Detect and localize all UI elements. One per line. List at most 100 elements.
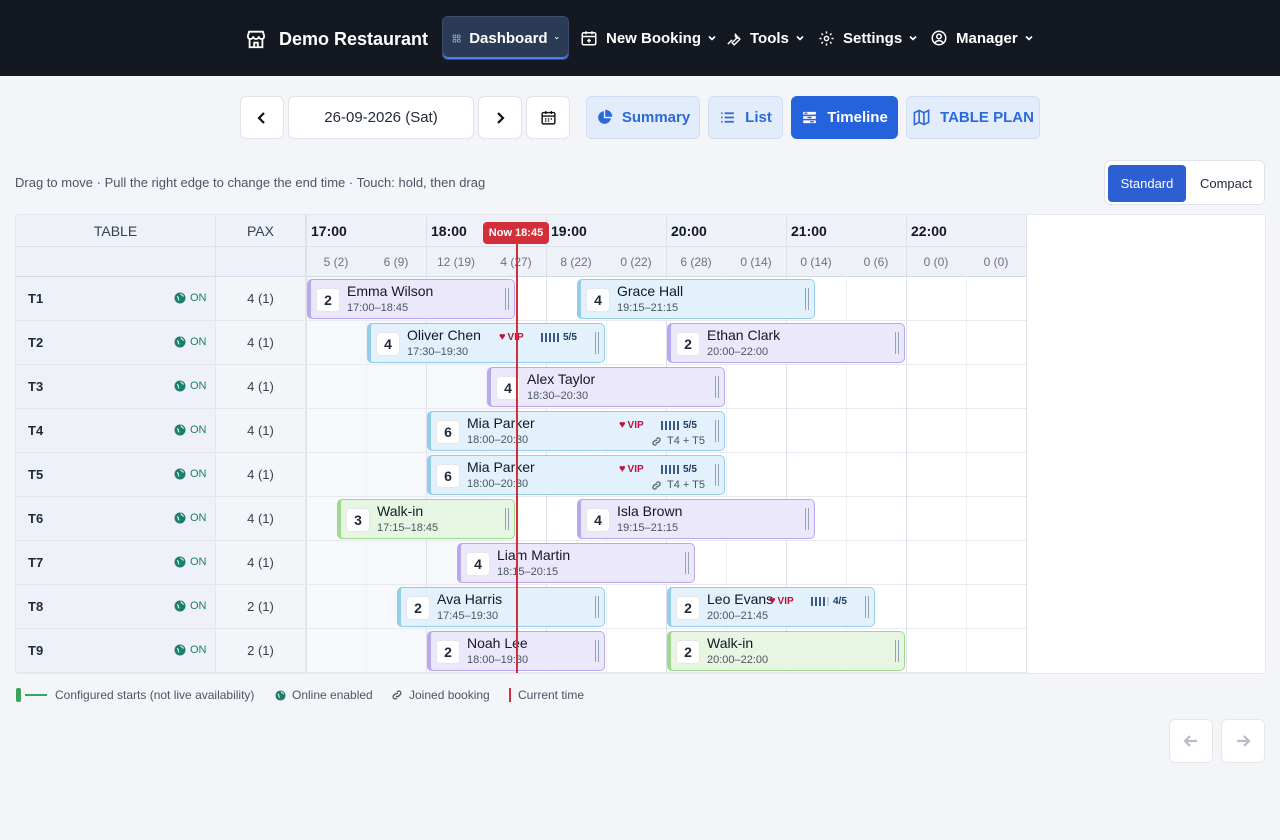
resize-handle[interactable] [595,332,599,354]
resize-handle[interactable] [895,640,899,662]
nav-dashboard-label: Dashboard [469,29,548,47]
legend-configured: Configured starts (not live availability… [16,688,254,702]
link-icon [392,690,402,700]
resize-handle[interactable] [595,640,599,662]
resize-handle[interactable] [715,376,719,398]
globe-icon [275,689,286,701]
rating-bar [549,333,551,342]
booking-time: 18:30–20:30 [527,390,589,402]
top-navbar: Demo Restaurant Dashboard New Booking To… [0,0,1280,76]
resize-handle[interactable] [595,596,599,618]
hour-label: 19:00 [551,223,587,239]
resize-handle[interactable] [805,288,809,310]
nav-settings-label: Settings [843,29,903,47]
view-timeline-label: Timeline [827,109,888,126]
booking-block[interactable]: 4 Alex Taylor 18:30–20:30 [487,367,725,407]
rating-bar [553,333,555,342]
resize-handle[interactable] [805,508,809,530]
booking-name: Noah Lee [467,635,528,651]
booking-block[interactable]: 2 Ava Harris 17:45–19:30 [397,587,605,627]
nav-tools[interactable]: Tools [716,16,814,60]
booking-block[interactable]: 2 Ethan Clark 20:00–22:00 [667,323,905,363]
booking-block[interactable]: 3 Walk-in 17:15–18:45 [337,499,515,539]
booking-block[interactable]: 4 Liam Martin 18:15–20:15 [457,543,695,583]
vip-label: VIP [627,463,644,475]
brand[interactable]: Demo Restaurant [245,26,428,52]
booking-block[interactable]: 2 Emma Wilson 17:00–18:45 [307,279,515,319]
chevron-down-icon [909,35,917,41]
table-row-label[interactable]: T7 ON [16,541,216,585]
density-compact-button[interactable]: Compact [1189,165,1263,202]
booking-block[interactable]: 6 Mia Parker 18:00–20:30 ♥ VIP 5/5 T4 + T5 [427,411,725,451]
booking-time: 18:00–20:30 [467,434,529,446]
online-status: ON [174,600,207,612]
current-time-line [516,231,518,673]
density-standard-button[interactable]: Standard [1108,165,1186,202]
resize-handle[interactable] [505,288,509,310]
slot-count: 8 (22) [560,255,592,269]
table-row-label[interactable]: T5 ON [16,453,216,497]
booking-block[interactable]: 4 Isla Brown 19:15–21:15 [577,499,815,539]
nav-manager[interactable]: Manager [921,16,1043,60]
view-table-plan-button[interactable]: TABLE PLAN [906,96,1040,139]
timeline-panel: TABLE PAX 17:00 18:00 19:00 20:00 21:00 22:00 5 … [15,214,1266,674]
online-label: ON [190,468,207,480]
resize-handle[interactable] [715,420,719,442]
table-name: T8 [28,599,44,614]
resize-handle[interactable] [895,332,899,354]
rating-value: 4/5 [833,596,847,607]
configured-starts-swatch [16,688,21,702]
scroll-right-button[interactable] [1221,719,1265,763]
booking-block[interactable]: 2 Walk-in 20:00–22:00 [667,631,905,671]
booking-pax: 4 [587,289,609,311]
legend-online: Online enabled [275,688,373,702]
rating-bar [827,597,829,606]
counts-spacer [16,247,216,277]
resize-handle[interactable] [865,596,869,618]
table-row-label[interactable]: T2 ON [16,321,216,365]
slot-count: 12 (19) [436,255,476,269]
rating-bar [673,421,675,430]
rating-value: 5/5 [563,332,577,343]
next-day-button[interactable] [478,96,522,139]
resize-handle[interactable] [685,552,689,574]
booking-name: Emma Wilson [347,283,434,299]
nav-new-booking[interactable]: New Booking [571,16,726,60]
table-name: T2 [28,335,44,350]
table-row-label[interactable]: T8 ON [16,585,216,629]
booking-pax: 2 [317,289,339,311]
resize-handle[interactable] [505,508,509,530]
slot-count: 6 (28) [680,255,712,269]
table-pax: 4 (1) [216,365,306,409]
drag-hint: Drag to move · Pull the right edge to ch… [15,175,486,190]
table-row-label[interactable]: T6 ON [16,497,216,541]
online-label: ON [190,556,207,568]
scroll-left-button[interactable] [1169,719,1213,763]
nav-dashboard[interactable]: Dashboard [442,16,569,60]
online-status: ON [174,644,207,656]
rating-bar [661,465,663,474]
date-display[interactable]: 26-09-2026 (Sat) [288,96,474,139]
table-row-label[interactable]: T3 ON [16,365,216,409]
grid-icon [452,34,461,42]
resize-handle[interactable] [715,464,719,486]
view-timeline-button[interactable]: Timeline [791,96,898,139]
online-label: ON [190,644,207,656]
booking-time: 17:45–19:30 [437,610,499,622]
booking-block[interactable]: 4 Oliver Chen 17:30–19:30 ♥VIP 5/5 [367,323,605,363]
booking-block[interactable]: 6 Mia Parker 18:00–20:30 ♥ VIP 5/5 T4 + T5 [427,455,725,495]
booking-block[interactable]: 2 Leo Evans 20:00–21:45 ♥ VIP 4/5 [667,587,875,627]
calendar-button[interactable] [526,96,570,139]
booking-block[interactable]: 4 Grace Hall 19:15–21:15 [577,279,815,319]
half-hour-gridline [966,247,967,673]
booking-time: 18:00–20:30 [467,478,529,490]
booking-name: Mia Parker [467,415,535,431]
view-list-button[interactable]: List [708,96,783,139]
booking-name: Alex Taylor [527,371,596,387]
prev-day-button[interactable] [240,96,284,139]
table-row-label[interactable]: T1 ON [16,277,216,321]
view-summary-button[interactable]: Summary [586,96,700,139]
nav-settings[interactable]: Settings [809,16,927,60]
table-row-label[interactable]: T4 ON [16,409,216,453]
table-row-label[interactable]: T9 ON [16,629,216,673]
